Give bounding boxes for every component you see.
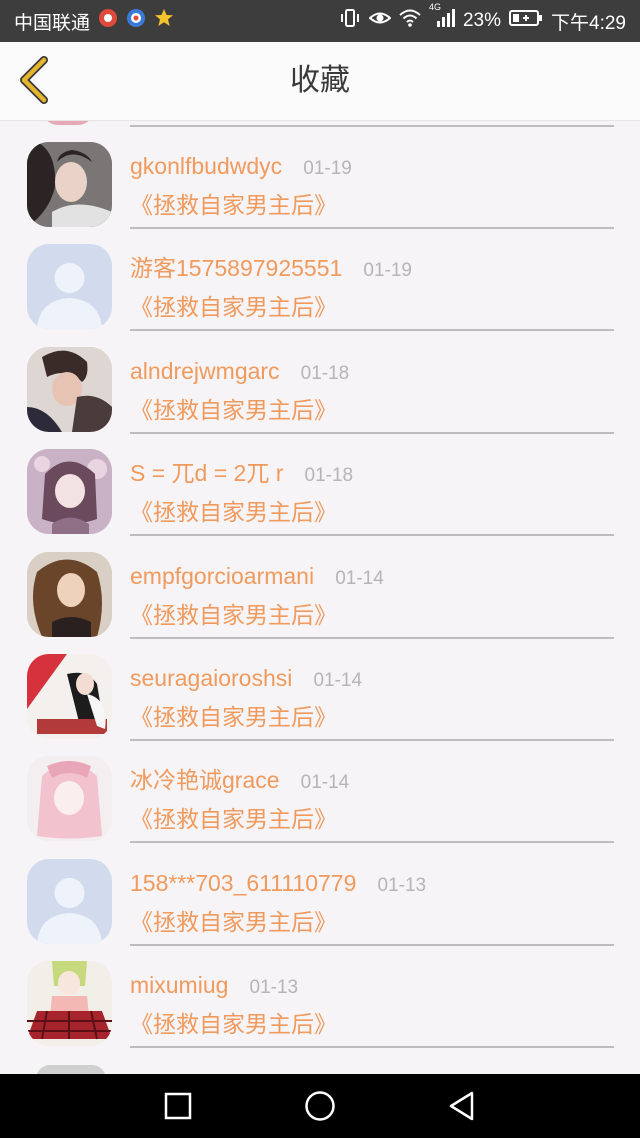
user-name[interactable]: empfgorcioarmani [130,563,314,589]
favorite-date: 01-18 [304,465,354,487]
favorite-row[interactable]: 游客1575897925551 01-19 《拯救自家男主后》 [0,223,640,332]
home-button[interactable] [300,1086,340,1126]
favorite-row[interactable]: 158***703_611110779 01-13 《拯救自家男主后》 [0,838,640,946]
clock: 下午4:29 [551,12,626,34]
battery-percent: 23% [462,10,502,31]
user-name[interactable]: mixumiug [130,972,228,998]
page-title: 收藏 [290,63,350,98]
wifi-icon [399,8,421,34]
book-title[interactable]: 《拯救自家男主后》 [130,187,337,225]
vibrate-icon [339,8,361,34]
user-name[interactable]: gkonlfbudwdyc [130,153,282,179]
favorite-row[interactable]: alndrejwmgarc 01-18 《拯救自家男主后》 [0,326,640,434]
book-title[interactable]: 《拯救自家男主后》 [130,494,337,532]
favorite-row[interactable]: empfgorcioarmani 01-14 《拯救自家男主后》 [0,531,640,639]
user-avatar[interactable] [27,858,112,944]
app-bar: 收藏 [0,42,640,121]
star-icon [154,8,174,34]
user-line: gkonlfbudwdyc 01-19 [130,149,352,183]
user-avatar[interactable] [27,654,112,739]
favorite-date: 01-19 [363,260,412,282]
signal-icon: 4G [429,2,455,34]
user-avatar[interactable] [27,961,112,1047]
favorite-date: 01-13 [377,874,427,896]
favorite-row[interactable]: seuragaioroshsi 01-14 《拯救自家男主后》 [0,633,640,741]
user-avatar[interactable] [27,244,112,330]
favorite-row[interactable]: mixumiug 01-13 《拯救自家男主后》 [0,940,640,1049]
user-avatar[interactable] [27,551,112,637]
app-notification-icon [98,8,118,34]
triangle-back-icon [449,1091,474,1121]
user-line: mixumiug 01-13 [130,968,298,1002]
book-title[interactable]: 《拯救自家男主后》 [130,392,337,430]
favorite-row[interactable]: 冰冷艳诚grace 01-14 《拯救自家男主后》 [0,735,640,844]
user-name[interactable]: 158***703_611110779 [130,870,356,896]
favorite-date: 01-13 [249,977,299,999]
book-title[interactable]: 《拯救自家男主后》 [130,904,337,942]
favorite-date: 01-14 [300,772,350,794]
user-line: 冰冷艳诚grace 01-14 [130,763,349,797]
favorite-row[interactable]: S = 兀d = 2兀 r 01-18 《拯救自家男主后》 [0,428,640,537]
user-line: alndrejwmgarc 01-18 [130,354,349,388]
user-line: 158***703_611110779 01-13 [130,866,426,900]
browser-icon [126,8,146,34]
favorite-row[interactable]: gkonlfbudwdyc 01-19 《拯救自家男主后》 [0,121,640,229]
user-avatar[interactable] [27,449,112,535]
book-title[interactable]: 《拯救自家男主后》 [130,1006,337,1044]
book-title[interactable]: 《拯救自家男主后》 [130,699,337,737]
user-line: S = 兀d = 2兀 r 01-18 [130,456,353,490]
network-type-label: 4G [428,2,441,12]
book-title[interactable]: 《拯救自家男主后》 [130,597,337,635]
user-line: 游客1575897925551 01-19 [130,251,412,285]
nav-back-button[interactable] [442,1086,482,1126]
favorite-date: 01-14 [335,567,384,589]
user-name[interactable]: 游客1575897925551 [130,255,342,281]
book-title[interactable]: 《拯救自家男主后》 [130,801,337,839]
favorites-list[interactable]: gkonlfbudwdyc 01-19 《拯救自家男主后》 游客15758979… [0,121,640,1074]
user-name[interactable]: alndrejwmgarc [130,358,280,384]
book-title[interactable]: 《拯救自家男主后》 [130,289,337,327]
user-avatar[interactable] [27,346,112,432]
user-avatar[interactable] [27,142,112,227]
user-name[interactable]: 冰冷艳诚grace [130,767,280,793]
system-nav-bar [0,1074,640,1138]
status-bar: 中国联通 4G 23% 下午4:29 [0,0,640,42]
circle-home-icon [305,1091,335,1121]
row-divider [130,1046,614,1049]
battery-icon [509,9,543,33]
square-recents-icon [164,1092,192,1120]
user-avatar[interactable] [27,756,112,842]
carrier-label: 中国联通 [14,12,91,34]
favorite-date: 01-19 [303,158,352,179]
user-name[interactable]: S = 兀d = 2兀 r [130,460,283,486]
user-line: empfgorcioarmani 01-14 [130,559,384,593]
recents-button[interactable] [158,1086,198,1126]
favorite-date: 01-18 [300,362,350,384]
user-line: seuragaioroshsi 01-14 [130,661,362,695]
favorite-date: 01-14 [313,670,363,691]
user-name[interactable]: seuragaioroshsi [130,665,292,691]
eye-icon [368,8,392,34]
partial-avatar [36,1065,106,1074]
